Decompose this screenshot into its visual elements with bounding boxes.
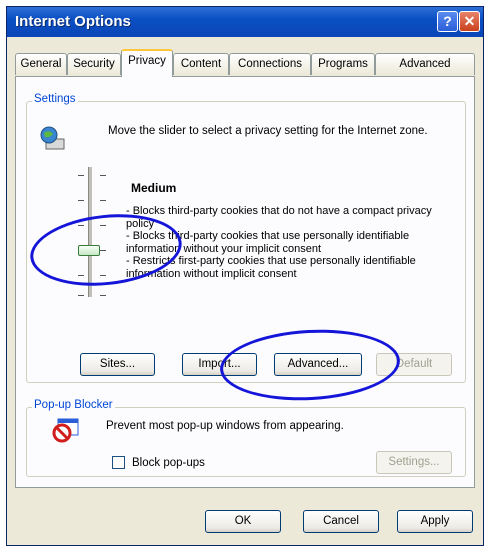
privacy-bullet: - Restricts first-party cookies that use…: [126, 255, 416, 280]
title-bar[interactable]: Internet Options ? ✕: [7, 7, 483, 37]
slider-tick: [100, 295, 106, 296]
slider-tick: [78, 225, 84, 226]
slider-tick: [100, 225, 106, 226]
slider-track[interactable]: [88, 167, 92, 297]
sites-button[interactable]: Sites...: [80, 353, 155, 376]
tab-content[interactable]: Content: [173, 53, 229, 75]
slider-thumb[interactable]: [78, 245, 100, 256]
popup-blocker-description: Prevent most pop-up windows from appeari…: [106, 420, 344, 432]
apply-button[interactable]: Apply: [397, 510, 473, 533]
privacy-level-title: Medium: [131, 181, 177, 195]
cancel-button[interactable]: Cancel: [303, 510, 379, 533]
slider-tick: [78, 175, 84, 176]
slider-tick: [100, 250, 106, 251]
slider-tick: [100, 200, 106, 201]
settings-group-label: Settings: [32, 93, 78, 105]
advanced-button[interactable]: Advanced...: [274, 353, 362, 376]
slider-tick: [78, 295, 84, 296]
privacy-globe-icon: [40, 126, 65, 150]
ok-button[interactable]: OK: [205, 510, 281, 533]
help-button[interactable]: ?: [437, 11, 458, 32]
popup-blocker-group-label: Pop-up Blocker: [32, 399, 115, 411]
popup-blocker-icon: [52, 418, 79, 443]
privacy-level-description: - Blocks third-party cookies that do not…: [126, 205, 461, 280]
close-button[interactable]: ✕: [459, 11, 480, 32]
block-popups-label: Block pop-ups: [132, 457, 205, 469]
block-popups-checkbox[interactable]: [112, 456, 125, 469]
import-button[interactable]: Import...: [182, 353, 257, 376]
privacy-panel: Settings Move the slider to select a pri…: [15, 76, 475, 488]
slider-tick: [100, 275, 106, 276]
tab-connections[interactable]: Connections: [229, 53, 311, 75]
internet-options-window: Internet Options ? ✕ General Security Pr…: [6, 6, 484, 546]
privacy-bullet: - Blocks third-party cookies that use pe…: [126, 230, 410, 255]
slider-tick: [78, 200, 84, 201]
privacy-bullet: - Blocks third-party cookies that do not…: [126, 205, 432, 230]
tab-security[interactable]: Security: [67, 53, 121, 75]
tab-advanced[interactable]: Advanced: [375, 53, 475, 75]
window-title: Internet Options: [15, 13, 131, 30]
tab-programs[interactable]: Programs: [311, 53, 375, 75]
slider-tick: [78, 275, 84, 276]
tab-general[interactable]: General: [15, 53, 67, 75]
popup-settings-button[interactable]: Settings...: [376, 451, 452, 474]
settings-description: Move the slider to select a privacy sett…: [108, 125, 428, 137]
default-button[interactable]: Default: [376, 353, 452, 376]
slider-tick: [100, 175, 106, 176]
tab-privacy[interactable]: Privacy: [121, 49, 173, 77]
